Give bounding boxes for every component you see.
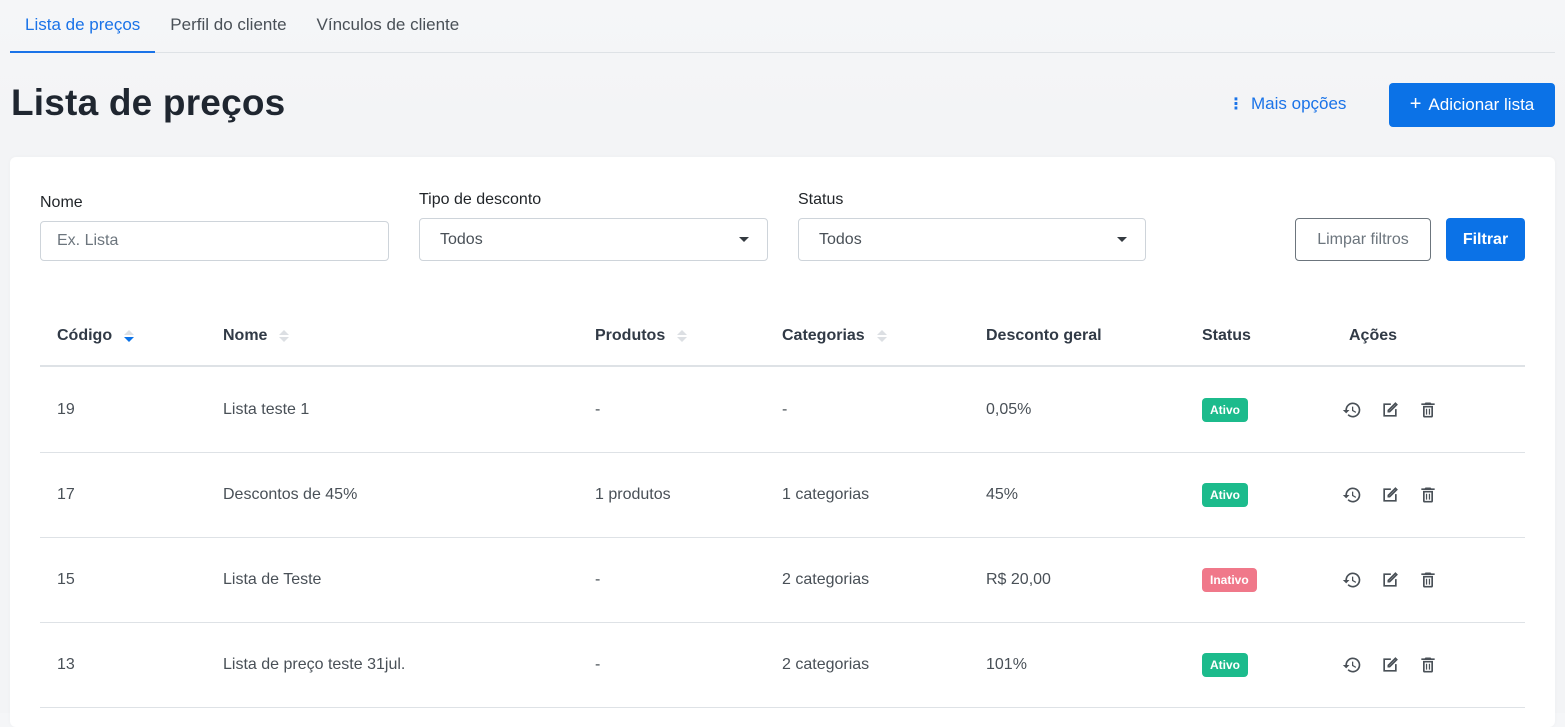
row-code: 19: [57, 401, 75, 418]
row-code: 13: [57, 656, 75, 673]
table-row: 19 Lista teste 1 - - 0,05% Ativo: [40, 368, 1525, 453]
column-label: Categorias: [782, 327, 865, 344]
row-categories: 1 categorias: [782, 486, 870, 503]
status-badge: Inativo: [1202, 568, 1257, 592]
vertical-dots-icon: ⋮: [1228, 96, 1244, 113]
row-name: Lista de Teste: [223, 571, 322, 588]
sort-icon[interactable]: [279, 330, 290, 342]
column-header-categorias[interactable]: Categorias: [782, 307, 887, 365]
row-products: -: [595, 401, 601, 418]
discount-type-select[interactable]: Todos: [419, 218, 768, 261]
history-icon[interactable]: [1342, 570, 1362, 590]
tab-lista-de-precos[interactable]: Lista de preços: [10, 0, 156, 53]
column-header-nome[interactable]: Nome: [223, 307, 290, 365]
row-discount: 101%: [986, 656, 1027, 673]
row-products: 1 produtos: [595, 486, 671, 503]
column-header-produtos[interactable]: Produtos: [595, 307, 688, 365]
status-filter-label: Status: [798, 191, 844, 208]
row-actions: [1342, 453, 1438, 537]
row-code: 15: [57, 571, 75, 588]
edit-icon[interactable]: [1380, 655, 1400, 675]
table-row: 17 Descontos de 45% 1 produtos 1 categor…: [40, 453, 1525, 538]
sort-icon[interactable]: [876, 330, 887, 342]
status-filter-select[interactable]: Todos: [798, 218, 1146, 261]
chevron-down-icon: [1117, 237, 1127, 242]
row-products: -: [595, 656, 601, 673]
price-list-card: Nome Ex. Lista Tipo de desconto Todos St…: [10, 157, 1555, 727]
filter-button[interactable]: Filtrar: [1446, 218, 1525, 261]
column-header-desconto-geral: Desconto geral: [986, 327, 1102, 344]
page-title: Lista de preços: [11, 82, 286, 123]
edit-icon[interactable]: [1380, 485, 1400, 505]
row-actions: [1342, 368, 1438, 452]
sort-icon[interactable]: [677, 330, 688, 342]
name-filter-label: Nome: [40, 194, 83, 211]
add-list-label: Adicionar lista: [1428, 95, 1535, 114]
discount-type-label: Tipo de desconto: [419, 191, 542, 208]
column-header-acoes: Ações: [1349, 327, 1398, 344]
table-row: 13 Lista de preço teste 31jul. - 2 categ…: [40, 623, 1525, 708]
edit-icon[interactable]: [1380, 570, 1400, 590]
row-products: -: [595, 571, 601, 588]
chevron-down-icon: [739, 237, 749, 242]
tab-vinculos-de-cliente[interactable]: Vínculos de cliente: [302, 0, 475, 53]
add-list-button[interactable]: + Adicionar lista: [1389, 83, 1555, 127]
table-row: 15 Lista de Teste - 2 categorias R$ 20,0…: [40, 538, 1525, 623]
tab-perfil-do-cliente[interactable]: Perfil do cliente: [155, 0, 301, 53]
column-label: Produtos: [595, 327, 666, 344]
clear-filters-button[interactable]: Limpar filtros: [1295, 218, 1431, 261]
name-filter-placeholder: Ex. Lista: [57, 232, 119, 249]
row-categories: 2 categorias: [782, 571, 870, 588]
status-filter-value: Todos: [819, 230, 862, 248]
more-options-label: Mais opções: [1251, 94, 1347, 113]
row-categories: 2 categorias: [782, 656, 870, 673]
sort-icon[interactable]: [124, 330, 135, 342]
row-code: 17: [57, 486, 75, 503]
status-badge: Ativo: [1202, 653, 1248, 677]
row-discount: 45%: [986, 486, 1019, 503]
row-actions: [1342, 623, 1438, 707]
name-filter-input[interactable]: Ex. Lista: [40, 221, 389, 261]
history-icon[interactable]: [1342, 485, 1362, 505]
history-icon[interactable]: [1342, 400, 1362, 420]
tab-bar: Lista de preços Perfil do cliente Víncul…: [10, 0, 1555, 53]
column-header-status: Status: [1202, 327, 1251, 344]
status-badge: Ativo: [1202, 398, 1248, 422]
edit-icon[interactable]: [1380, 400, 1400, 420]
row-discount: R$ 20,00: [986, 571, 1051, 588]
column-label: Código: [57, 327, 113, 344]
trash-icon[interactable]: [1418, 655, 1438, 675]
row-name: Lista de preço teste 31jul.: [223, 656, 406, 673]
column-header-codigo[interactable]: Código: [57, 307, 135, 365]
row-discount: 0,05%: [986, 401, 1032, 418]
discount-type-value: Todos: [440, 230, 483, 248]
trash-icon[interactable]: [1418, 400, 1438, 420]
column-label: Nome: [223, 327, 268, 344]
row-name: Lista teste 1: [223, 401, 310, 418]
plus-icon: +: [1409, 93, 1422, 115]
history-icon[interactable]: [1342, 655, 1362, 675]
trash-icon[interactable]: [1418, 570, 1438, 590]
row-name: Descontos de 45%: [223, 486, 358, 503]
trash-icon[interactable]: [1418, 485, 1438, 505]
row-categories: -: [782, 401, 788, 418]
table-header: Código Nome Produtos Categorias Desconto…: [40, 307, 1525, 367]
status-badge: Ativo: [1202, 483, 1248, 507]
more-options-button[interactable]: ⋮ Mais opções: [1228, 94, 1346, 114]
row-actions: [1342, 538, 1438, 622]
